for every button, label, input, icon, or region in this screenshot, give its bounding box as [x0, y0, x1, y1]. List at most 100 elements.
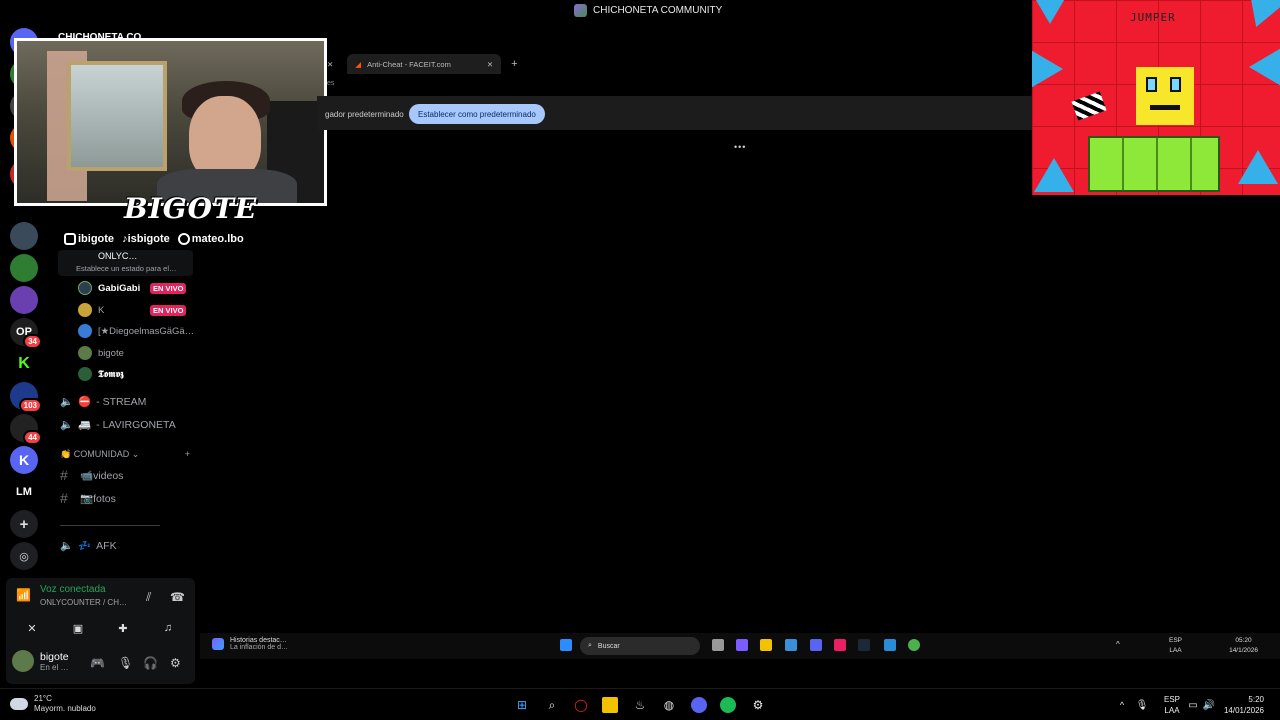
camera-off-button[interactable]: ✕: [14, 618, 50, 638]
social-handle: mateo.lbo: [191, 233, 244, 245]
user-status: Establece un estado para el…: [76, 264, 177, 273]
start-icon[interactable]: ⊞: [514, 697, 530, 713]
user-name: bigote: [40, 650, 69, 663]
weather-widget[interactable]: 21°C Mayorm. nublado: [10, 694, 96, 714]
news-subtitle: La inflación de d…: [230, 644, 288, 651]
add-server-icon[interactable]: +: [10, 510, 38, 538]
chevron-up-icon[interactable]: ^: [1114, 697, 1130, 713]
server-icon[interactable]: OP 34: [10, 318, 42, 349]
server-icon[interactable]: K: [10, 446, 38, 474]
speaker-icon: 🔈: [60, 540, 74, 552]
voice-channel-stream[interactable]: 🔈 ⛔ - STREAM: [60, 395, 146, 409]
clock[interactable]: 5:20 14/01/2026: [1224, 694, 1264, 716]
address-bar[interactable]: es: [327, 80, 334, 87]
microphone-icon[interactable]: 🎙: [118, 656, 133, 670]
user-area[interactable]: bigote En el …: [12, 650, 69, 672]
noise-suppression-icon[interactable]: ⫽: [146, 590, 151, 605]
voice-channel-lavirgoneta[interactable]: 🔈 🚐 - LAVIRGONETA: [60, 418, 176, 432]
discord-icon[interactable]: [810, 639, 822, 651]
microphone-icon[interactable]: 🎙: [1134, 697, 1150, 713]
mail-icon[interactable]: [884, 639, 896, 651]
voice-member[interactable]: bigote: [78, 344, 124, 362]
player-character: [1136, 67, 1194, 125]
file-explorer-icon[interactable]: [602, 697, 618, 713]
gear-icon[interactable]: ⚙: [170, 656, 181, 670]
server-icon[interactable]: 44: [10, 414, 42, 445]
task-view-icon[interactable]: [712, 639, 724, 651]
spotify-icon[interactable]: [720, 697, 736, 713]
clock[interactable]: 05:20 14/1/2026: [1229, 636, 1258, 656]
settings-icon[interactable]: ⚙: [750, 697, 766, 713]
set-default-button[interactable]: Establecer como predeterminado: [409, 104, 545, 124]
avatar: [12, 650, 34, 672]
voice-channel-afk[interactable]: 🔈 💤 AFK: [60, 539, 117, 553]
add-channel-icon[interactable]: +: [185, 449, 190, 460]
steam-icon[interactable]: ♨: [632, 697, 648, 713]
gamepad-icon[interactable]: 🎮: [90, 656, 105, 670]
category-header[interactable]: 👏 COMUNIDAD ⌄ +: [60, 449, 190, 460]
game-overlay: JUMPER: [1032, 0, 1280, 195]
discover-icon[interactable]: ◎: [10, 542, 38, 570]
speaker-icon: 🔈: [60, 396, 74, 408]
van-icon: 🚐: [78, 419, 92, 431]
server-icon[interactable]: [10, 254, 38, 282]
voice-channel-name[interactable]: ONLYCOUNTER / CH…: [40, 598, 127, 607]
volume-icon[interactable]: 🔊: [1201, 697, 1217, 713]
copilot-icon[interactable]: [736, 639, 748, 651]
obs-icon[interactable]: ◍: [661, 697, 677, 713]
server-icon[interactable]: LM: [10, 478, 38, 506]
discord-icon[interactable]: [691, 697, 707, 713]
search-box[interactable]: ⌕ Buscar: [580, 637, 700, 655]
steam-icon[interactable]: [858, 639, 870, 651]
sleep-icon: 💤: [78, 540, 92, 552]
voice-status[interactable]: Voz conectada: [40, 584, 106, 595]
current-user-row[interactable]: ONLYC… Establece un estado para el…: [58, 250, 193, 276]
network-icon[interactable]: ▭: [1185, 697, 1201, 713]
new-tab-icon[interactable]: +: [511, 58, 517, 70]
social-handles: ibigote ♪isbigote mateo.lbo: [64, 233, 244, 246]
language-indicator[interactable]: ESP LAA: [1169, 636, 1182, 656]
close-icon[interactable]: ✕: [327, 60, 333, 69]
chrome-icon[interactable]: [908, 639, 920, 651]
close-icon[interactable]: ✕: [487, 60, 493, 69]
opera-icon[interactable]: ◯: [573, 697, 589, 713]
voice-member[interactable]: [★DiegoelmasGäGä…: [78, 322, 194, 340]
user-name: ONLYC…: [98, 251, 138, 261]
voice-member[interactable]: K: [78, 301, 104, 319]
server-icon[interactable]: [10, 222, 38, 250]
soundboard-button[interactable]: ♫: [150, 618, 186, 638]
server-icon[interactable]: 103: [10, 382, 42, 413]
screen-share-button[interactable]: ▣: [60, 618, 96, 638]
app-icon[interactable]: [834, 639, 846, 651]
kick-server-icon[interactable]: K: [10, 350, 38, 378]
disconnect-icon[interactable]: ☎: [170, 590, 185, 604]
channel-label: fotos: [93, 492, 116, 505]
game-title: JUMPER: [1130, 11, 1176, 24]
chevron-up-icon[interactable]: ^: [1116, 640, 1120, 649]
spike-icon: [1237, 0, 1280, 34]
date: 14/1/2026: [1229, 647, 1258, 654]
channel-label: videos: [93, 469, 124, 482]
text-channel-fotos[interactable]: # 📷fotos: [60, 490, 116, 506]
browser-tab-bar: ✕ ◢ Anti-Cheat - FACEIT.com ✕ +: [327, 54, 1027, 74]
time: 5:20: [1248, 695, 1264, 704]
activities-button[interactable]: ✚: [105, 618, 141, 638]
server-icon[interactable]: [10, 286, 38, 314]
browser-tab[interactable]: ◢ Anti-Cheat - FACEIT.com ✕: [347, 54, 502, 74]
member-name: K: [98, 304, 105, 316]
headphones-icon[interactable]: 🎧: [143, 656, 158, 670]
spike-icon: [1032, 0, 1070, 24]
voice-member[interactable]: GabiGabi: [78, 279, 140, 297]
start-icon[interactable]: [560, 639, 572, 651]
text-channel-videos[interactable]: # 📹videos: [60, 467, 123, 483]
news-title: Historias destac…: [230, 637, 287, 644]
news-widget[interactable]: Historias destac… La inflación de d…: [212, 637, 288, 651]
user-state: En el …: [40, 662, 69, 672]
language-indicator[interactable]: ESP LAA: [1164, 694, 1180, 716]
divider: [60, 525, 160, 526]
search-icon[interactable]: ⌕: [544, 697, 560, 713]
voice-member[interactable]: 𝕿𝖔𝖒𝖛𝖟: [78, 365, 124, 383]
store-icon[interactable]: [785, 639, 797, 651]
voice-panel: 📶 Voz conectada ONLYCOUNTER / CH… ⫽ ☎ ✕ …: [6, 578, 195, 684]
file-explorer-icon[interactable]: [760, 639, 772, 651]
